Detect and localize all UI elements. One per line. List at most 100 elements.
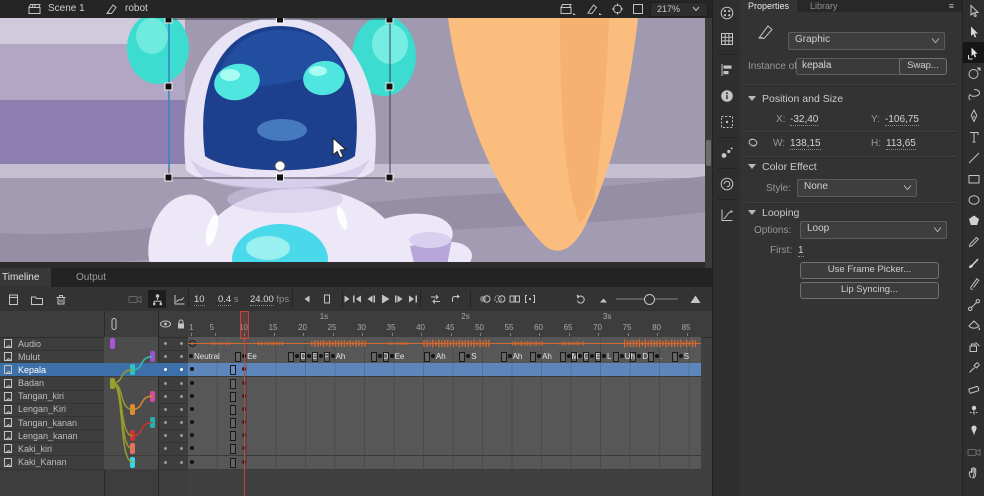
lock-dot[interactable] bbox=[180, 461, 183, 464]
panel-menu-icon[interactable]: ≡ bbox=[941, 0, 962, 12]
layer-visibility-cell[interactable] bbox=[158, 363, 188, 377]
layer-visibility-cell[interactable] bbox=[158, 442, 188, 456]
keyframe-dot[interactable] bbox=[319, 354, 323, 358]
parent-marker[interactable] bbox=[110, 338, 115, 349]
keyframe-dot[interactable] bbox=[295, 354, 299, 358]
clip-content-icon[interactable] bbox=[632, 3, 644, 15]
span-end-marker[interactable] bbox=[230, 458, 236, 468]
frame-row-lengan_kiri[interactable] bbox=[188, 403, 701, 417]
lock-dot[interactable] bbox=[180, 408, 183, 411]
span-end-marker[interactable] bbox=[230, 418, 236, 428]
bone-tool[interactable] bbox=[963, 294, 984, 315]
oval-tool[interactable] bbox=[963, 189, 984, 210]
layer-row-mulut[interactable]: Mulut bbox=[0, 350, 104, 364]
y-value[interactable]: -106,75 bbox=[885, 114, 919, 126]
keyframe-dot[interactable] bbox=[390, 354, 394, 358]
lock-dot[interactable] bbox=[180, 395, 183, 398]
parent-cell-mulut[interactable] bbox=[104, 350, 158, 364]
frame-row-kepala[interactable] bbox=[188, 363, 701, 377]
visibility-dot[interactable] bbox=[164, 382, 167, 385]
paint-bucket-tool[interactable] bbox=[963, 315, 984, 336]
new-folder-icon[interactable] bbox=[28, 290, 46, 308]
span-end-marker[interactable] bbox=[230, 379, 236, 389]
layer-visibility-cell[interactable] bbox=[158, 337, 188, 351]
color-style-select[interactable]: None bbox=[797, 179, 917, 197]
span-end-marker[interactable] bbox=[371, 352, 377, 362]
frame-row-tangan_kiri[interactable] bbox=[188, 390, 701, 404]
lasso-tool[interactable] bbox=[963, 84, 984, 105]
keyframe-dot[interactable] bbox=[190, 460, 194, 464]
span-end-marker[interactable] bbox=[595, 352, 601, 362]
span-end-marker[interactable] bbox=[230, 405, 236, 415]
layer-visibility-cell[interactable] bbox=[158, 377, 188, 391]
keyframe-dot[interactable] bbox=[602, 354, 606, 358]
parent-cell-kaki_kiri[interactable] bbox=[104, 442, 158, 456]
parent-cell-kepala[interactable] bbox=[104, 363, 158, 377]
parent-marker[interactable] bbox=[150, 351, 155, 362]
parent-cell-tangan_kiri[interactable] bbox=[104, 390, 158, 404]
subselection-tool[interactable] bbox=[963, 21, 984, 42]
visibility-dot[interactable] bbox=[164, 434, 167, 437]
first-frame-value[interactable]: 1 bbox=[798, 245, 804, 257]
layer-visibility-cell[interactable] bbox=[158, 403, 188, 417]
h-value[interactable]: 113,65 bbox=[886, 138, 916, 150]
selection-tool[interactable] bbox=[963, 0, 984, 21]
layer-visibility-cell[interactable] bbox=[158, 429, 188, 443]
span-end-marker[interactable] bbox=[383, 352, 389, 362]
zoom-out-frames-icon[interactable] bbox=[594, 290, 612, 308]
lock-dot[interactable] bbox=[180, 382, 183, 385]
span-end-marker[interactable] bbox=[288, 352, 294, 362]
marker-range-icon[interactable] bbox=[521, 290, 539, 308]
span-end-marker[interactable] bbox=[230, 431, 236, 441]
keyframe-dot[interactable] bbox=[637, 354, 641, 358]
lock-dot[interactable] bbox=[180, 342, 183, 345]
line-tool[interactable] bbox=[963, 147, 984, 168]
zoom-slider-knob[interactable] bbox=[644, 294, 655, 305]
parent-cell-tangan_kanan[interactable] bbox=[104, 416, 158, 430]
current-frame-number[interactable]: 10 bbox=[194, 294, 205, 306]
parent-marker[interactable] bbox=[110, 378, 115, 389]
parent-marker[interactable] bbox=[130, 457, 135, 468]
frame-rate[interactable]: 24.00 fps bbox=[250, 294, 289, 305]
swap-button[interactable]: Swap... bbox=[899, 58, 947, 75]
visibility-dot[interactable] bbox=[164, 368, 167, 371]
timeline-zoom-slider[interactable] bbox=[616, 298, 678, 300]
parent-marker[interactable] bbox=[150, 391, 155, 402]
frame-row-tangan_kanan[interactable] bbox=[188, 416, 701, 430]
parenting-view-icon[interactable] bbox=[148, 290, 166, 308]
link-width-height-icon[interactable] bbox=[746, 136, 760, 149]
layer-row-lengan_kanan[interactable]: Lengan_kanan bbox=[0, 429, 104, 443]
span-end-marker[interactable] bbox=[613, 352, 619, 362]
flip-frames-icon[interactable] bbox=[426, 290, 444, 308]
lock-dot[interactable] bbox=[180, 421, 183, 424]
visibility-dot[interactable] bbox=[164, 355, 167, 358]
transform-point[interactable] bbox=[275, 161, 285, 171]
lock-dot[interactable] bbox=[180, 368, 183, 371]
current-frame-icon[interactable] bbox=[318, 290, 336, 308]
scene-clapper-icon[interactable] bbox=[28, 3, 42, 15]
edit-symbols-icon[interactable] bbox=[586, 3, 602, 15]
keyframe-dot[interactable] bbox=[190, 420, 194, 424]
ink-bottle-tool[interactable] bbox=[963, 336, 984, 357]
cc-libraries-icon[interactable] bbox=[713, 171, 741, 197]
lock-icon[interactable] bbox=[175, 318, 187, 330]
layer-row-kaki_kanan[interactable]: Kaki_Kanan bbox=[0, 456, 104, 470]
pencil-tool[interactable] bbox=[963, 231, 984, 252]
parent-column-icon[interactable] bbox=[108, 317, 120, 331]
keyframe-dot[interactable] bbox=[655, 354, 659, 358]
span-end-marker[interactable] bbox=[630, 352, 636, 362]
keyframe-dot[interactable] bbox=[578, 354, 582, 358]
keyframe-dot[interactable] bbox=[190, 433, 194, 437]
keyframe-dot[interactable] bbox=[307, 354, 311, 358]
color-panel-icon[interactable] bbox=[713, 0, 741, 26]
reset-timeline-zoom-icon[interactable] bbox=[572, 290, 590, 308]
classic-brush-tool[interactable] bbox=[963, 273, 984, 294]
camera-icon[interactable] bbox=[126, 290, 144, 308]
visibility-dot[interactable] bbox=[164, 395, 167, 398]
tab-properties[interactable]: Properties bbox=[740, 0, 797, 12]
visibility-dot[interactable] bbox=[164, 421, 167, 424]
breadcrumb-symbol[interactable]: robot bbox=[125, 3, 148, 14]
frame-ruler[interactable]: 1 5 10 15 20 25 30 35 40 45 50 55 60 65 … bbox=[188, 311, 712, 338]
span-end-marker[interactable] bbox=[230, 365, 236, 375]
parent-marker[interactable] bbox=[130, 443, 135, 454]
